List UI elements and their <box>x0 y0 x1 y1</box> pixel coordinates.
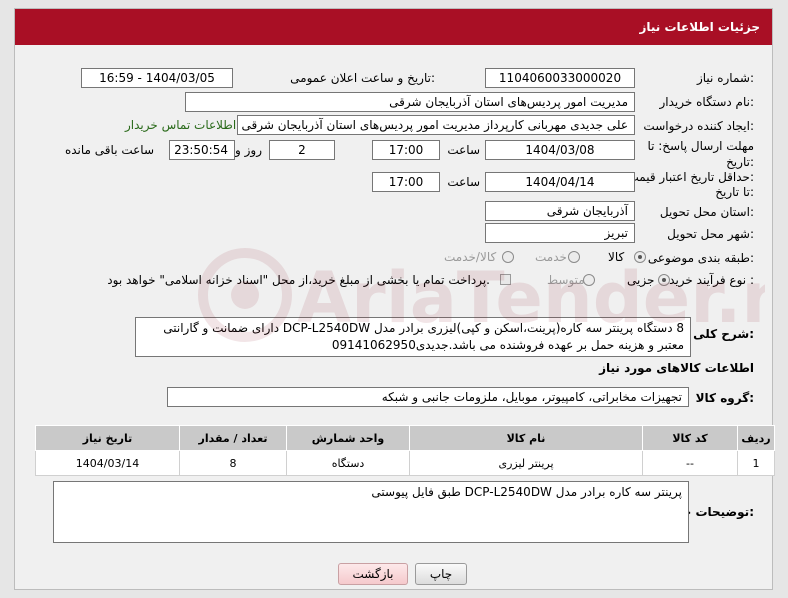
cell-row-number: 1 <box>737 450 775 476</box>
process-radio-minor[interactable] <box>658 274 670 286</box>
reply-date-field: 1404/03/08 <box>485 140 635 160</box>
delivery-province-field: آذربایجان شرقی <box>485 201 635 221</box>
cell-unit: دستگاه <box>286 450 410 476</box>
category-option-goods-service: کالا/خدمت <box>444 250 497 264</box>
goods-group-label: گروه کالا: <box>695 391 754 405</box>
back-button[interactable]: بازگشت <box>338 563 408 585</box>
need-number-label: شماره نیاز: <box>696 71 754 85</box>
announce-datetime-label: تاریخ و ساعت اعلان عمومی: <box>290 71 435 85</box>
day-count-field: 2 <box>269 140 335 160</box>
cell-goods-code: -- <box>642 450 738 476</box>
creator-label: ایجاد کننده درخواست: <box>643 119 754 133</box>
delivery-province-label: استان محل تحویل: <box>659 205 754 219</box>
buyer-org-label: نام دستگاه خریدار: <box>659 95 755 109</box>
col-goods-name: نام کالا <box>409 425 643 451</box>
col-goods-code: کد کالا <box>642 425 738 451</box>
reply-time-label: ساعت <box>447 143 480 157</box>
category-label: طبقه بندی موضوعی: <box>647 251 754 265</box>
goods-info-title: اطلاعات کالاهای مورد نیاز <box>599 361 754 375</box>
col-unit: واحد شمارش <box>286 425 410 451</box>
remaining-time-field: 23:50:54 <box>169 140 235 160</box>
panel-title-bar: جزئیات اطلاعات نیاز <box>15 9 772 45</box>
announce-datetime-field: 1404/03/05 - 16:59 <box>81 68 233 88</box>
price-validity-label-2: تا تاریخ: <box>715 185 754 199</box>
buyer-contact-link[interactable]: اطلاعات تماس خریدار <box>125 118 236 132</box>
category-option-service: خدمت <box>535 250 567 264</box>
col-need-date: تاریخ نیاز <box>35 425 180 451</box>
process-option-medium: متوسط <box>547 273 585 287</box>
reply-time-field: 17:00 <box>372 140 440 160</box>
treasury-payment-checkbox[interactable] <box>500 274 511 285</box>
need-number-field: 1104060033000020 <box>485 68 635 88</box>
process-type-label: نوع فرآیند خرید : <box>669 273 754 287</box>
details-panel: جزئیات اطلاعات نیاز شماره نیاز: 11040600… <box>14 8 775 590</box>
delivery-city-field: تبریز <box>485 223 635 243</box>
goods-group-field: تجهیزات مخابراتی، کامپیوتر، موبایل، ملزو… <box>167 387 689 407</box>
delivery-city-label: شهر محل تحویل: <box>667 227 754 241</box>
treasury-payment-note: پرداخت تمام یا بخشی از مبلغ خرید،از محل … <box>107 273 490 287</box>
table-row: 1 -- پرینتر لیزری دستگاه 8 1404/03/14 <box>35 450 775 476</box>
print-button[interactable]: چاپ <box>415 563 467 585</box>
buyer-notes-field: پرینتر سه کاره برادر مدل DCP-L2540DW طبق… <box>53 481 689 543</box>
price-validity-label: حداقل تاریخ اعتبار قیمت: <box>627 170 754 184</box>
remaining-label: ساعت باقی مانده <box>64 143 154 157</box>
goods-table-header: ردیف کد کالا نام کالا واحد شمارش تعداد /… <box>35 425 775 451</box>
validity-date-field: 1404/04/14 <box>485 172 635 192</box>
buyer-org-field: مدیریت امور پردیس‌های استان آذربایجان شر… <box>185 92 635 112</box>
cell-need-date: 1404/03/14 <box>35 450 180 476</box>
col-row-number: ردیف <box>737 425 775 451</box>
category-radio-goods-service[interactable] <box>502 251 514 263</box>
cell-goods-name: پرینتر لیزری <box>409 450 643 476</box>
category-radio-service[interactable] <box>568 251 580 263</box>
col-quantity: تعداد / مقدار <box>179 425 287 451</box>
reply-deadline-label-2: تاریخ: <box>726 155 754 169</box>
category-option-goods: کالا <box>608 250 625 264</box>
category-radio-goods[interactable] <box>634 251 646 263</box>
general-desc-field: 8 دستگاه پرینتر سه کاره(پرینت،اسکن و کپی… <box>135 317 691 357</box>
day-and-label: روز و <box>235 143 262 157</box>
validity-time-field: 17:00 <box>372 172 440 192</box>
goods-table: ردیف کد کالا نام کالا واحد شمارش تعداد /… <box>35 425 775 476</box>
validity-time-label: ساعت <box>447 175 480 189</box>
process-option-minor: جزیی <box>627 273 655 287</box>
panel-title: جزئیات اطلاعات نیاز <box>639 20 760 34</box>
creator-field: علی جدیدی مهربانی کارپرداز مدیریت امور پ… <box>237 115 635 135</box>
cell-quantity: 8 <box>179 450 287 476</box>
reply-deadline-label: مهلت ارسال پاسخ: تا <box>647 139 754 153</box>
